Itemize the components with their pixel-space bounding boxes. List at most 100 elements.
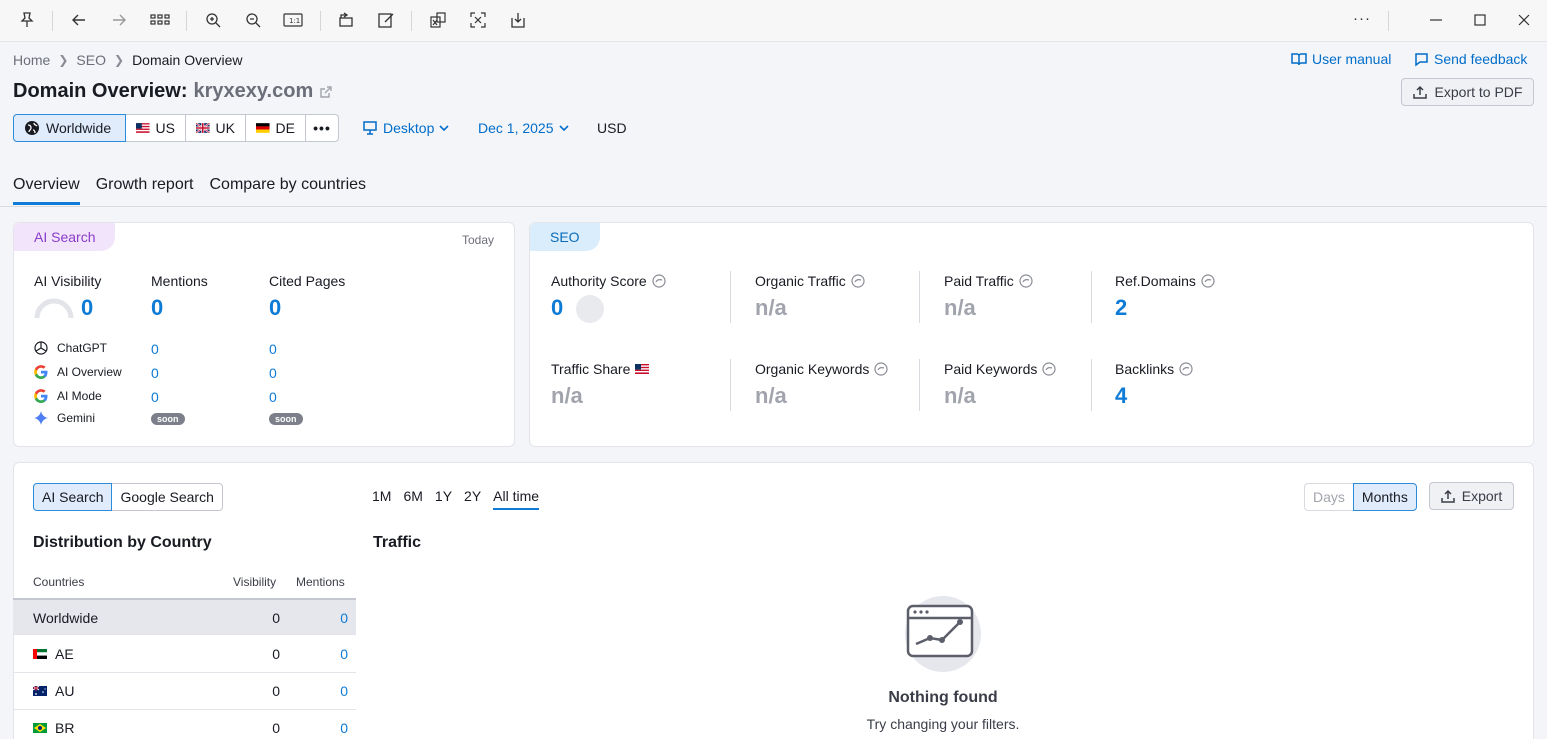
grid-apps-icon[interactable] [150,11,170,31]
au-flag-icon [33,686,47,696]
semrush-info-icon[interactable] [652,274,666,288]
user-manual-link[interactable]: User manual [1291,51,1391,67]
minimize-icon[interactable] [1428,11,1448,31]
semrush-info-icon[interactable] [1201,274,1215,288]
table-row[interactable]: Worldwide 0 0 [13,598,356,635]
divider [730,271,731,323]
actual-size-icon[interactable]: 1:1 [283,11,303,31]
maximize-icon[interactable] [1472,11,1492,31]
date-dropdown[interactable]: Dec 1, 2025 [478,120,569,136]
ai-search-pill: AI Search [14,223,116,251]
country-cell: Worldwide [33,610,98,626]
page-title-text: Domain Overview: [13,80,188,102]
country-cell: AU [33,683,74,699]
download-icon[interactable] [509,11,529,31]
mentions-cell[interactable]: 0 [340,610,348,626]
period-1y[interactable]: 1Y [435,488,452,510]
domain-name[interactable]: kryxexy.com [194,80,314,103]
region-us[interactable]: US [125,114,186,142]
period-all-time[interactable]: All time [493,488,540,510]
pin-icon[interactable] [18,11,38,31]
country-name: AU [55,683,75,699]
ai-search-toggle[interactable]: AI Search [33,483,113,511]
region-uk[interactable]: UK [185,114,246,142]
semrush-info-icon[interactable] [1042,362,1056,376]
google-icon [34,389,48,403]
chevron-down-icon [439,125,449,132]
engine-ai-mode: AI Mode [33,388,102,404]
tab-growth-report[interactable]: Growth report [96,176,194,205]
google-search-toggle[interactable]: Google Search [111,483,223,511]
paid-keywords-label: Paid Keywords [944,361,1056,377]
col-visibility[interactable]: Visibility [233,575,276,589]
send-feedback-label: Send feedback [1434,51,1528,67]
period-2y[interactable]: 2Y [464,488,481,510]
mentions-cell[interactable]: 0 [340,683,348,699]
months-toggle[interactable]: Months [1352,483,1417,511]
edit-icon[interactable] [377,11,397,31]
chatgpt-mentions[interactable]: 0 [151,341,159,357]
semrush-info-icon[interactable] [1019,274,1033,288]
browser-toolbar: 1:1 ··· [0,0,1547,42]
more-options-icon[interactable]: ··· [1353,10,1371,27]
export-pdf-button[interactable]: Export to PDF [1401,78,1534,106]
empty-state-title: Nothing found [888,689,998,706]
backlinks-value[interactable]: 4 [1115,383,1127,409]
ai-visibility-label: AI Visibility [34,273,102,289]
rotate-icon[interactable] [337,11,357,31]
col-mentions[interactable]: Mentions [296,575,345,589]
engine-name: Gemini [57,411,96,425]
ai-mode-mentions[interactable]: 0 [151,389,159,405]
ai-mode-cited[interactable]: 0 [269,389,277,405]
authority-score-ring [576,295,604,323]
period-6m[interactable]: 6M [403,488,422,510]
cited-pages-value[interactable]: 0 [269,295,281,321]
authority-score-value[interactable]: 0 [551,295,563,321]
mentions-cell[interactable]: 0 [340,720,348,736]
tab-compare-by-countries[interactable]: Compare by countries [210,176,367,205]
mentions-value[interactable]: 0 [151,295,163,321]
forward-icon[interactable] [110,11,130,31]
semrush-info-icon[interactable] [1179,362,1193,376]
chatgpt-icon [34,341,48,355]
screenshot-icon[interactable] [469,11,489,31]
metric-label: Traffic Share [551,361,631,377]
days-toggle[interactable]: Days [1304,483,1354,511]
excel-export-icon[interactable] [429,11,449,31]
close-icon[interactable] [1516,11,1536,31]
table-row[interactable]: AU 0 0 [13,673,356,710]
uk-flag-icon [196,123,210,133]
semrush-info-icon[interactable] [851,274,865,288]
external-link-icon[interactable] [319,85,333,99]
tab-overview[interactable]: Overview [13,176,80,205]
breadcrumb-home[interactable]: Home [13,52,50,68]
ai-overview-mentions[interactable]: 0 [151,365,159,381]
send-feedback-link[interactable]: Send feedback [1414,51,1527,67]
device-dropdown[interactable]: Desktop [362,120,449,136]
divider [1091,359,1092,411]
country-name: BR [55,720,75,736]
breadcrumb-seo[interactable]: SEO [76,52,106,68]
col-countries[interactable]: Countries [33,575,84,589]
semrush-info-icon[interactable] [874,362,888,376]
chatgpt-cited[interactable]: 0 [269,341,277,357]
zoom-in-icon[interactable] [204,11,224,31]
region-de[interactable]: DE [245,114,306,142]
ai-overview-cited[interactable]: 0 [269,365,277,381]
table-row[interactable]: BR 0 0 [13,710,356,739]
back-icon[interactable] [70,11,90,31]
divider [919,271,920,323]
period-1m[interactable]: 1M [372,488,391,510]
ref-domains-value[interactable]: 2 [1115,295,1127,321]
table-row[interactable]: AE 0 0 [13,636,356,673]
export-label: Export [1461,488,1503,504]
mentions-cell[interactable]: 0 [340,646,348,662]
region-worldwide[interactable]: Worldwide [13,114,126,142]
ae-flag-icon [33,649,47,659]
zoom-out-icon[interactable] [244,11,264,31]
more-regions-button[interactable]: ••• [305,114,339,142]
metric-label: Ref.Domains [1115,273,1196,289]
export-button[interactable]: Export [1429,482,1514,510]
ai-visibility-value[interactable]: 0 [81,295,93,321]
organic-keywords-value: n/a [755,383,787,408]
